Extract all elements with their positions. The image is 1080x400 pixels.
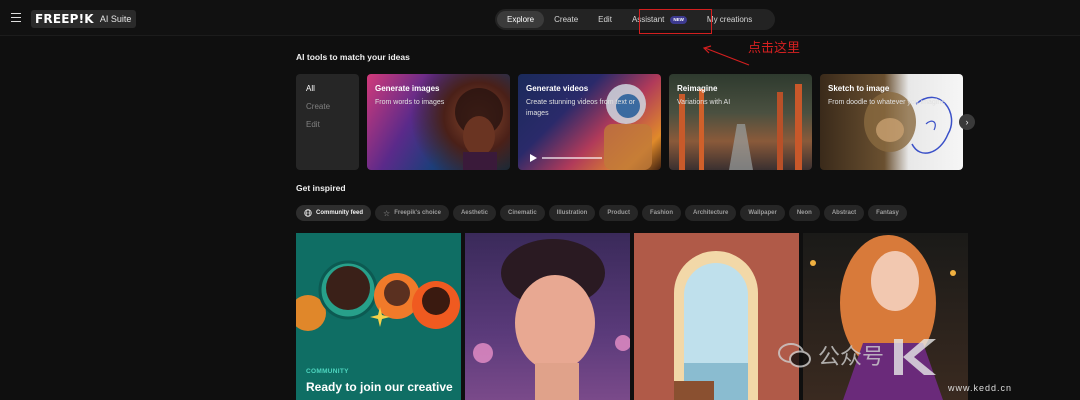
community-promo-tile[interactable]: COMMUNITY Ready to join our creative: [296, 233, 461, 400]
k-logo-icon: [894, 339, 937, 375]
wechat-icon: [778, 343, 811, 368]
annotation-highlight-box: [639, 9, 712, 34]
arch-window-illustration: [674, 251, 758, 400]
tool-card-generate-videos[interactable]: Generate videos Create stunning videos f…: [518, 74, 661, 170]
filter-wallpaper[interactable]: Wallpaper: [740, 205, 785, 221]
tool-subtitle: Create stunning videos from text or imag…: [526, 99, 635, 117]
community-headline: Ready to join our creative: [306, 380, 453, 394]
tool-category-edit[interactable]: Edit: [306, 119, 349, 137]
gallery-tile[interactable]: [634, 233, 799, 400]
logo-suite-label: AI Suite: [99, 14, 132, 24]
filter-abstract[interactable]: Abstract: [823, 205, 865, 221]
tool-card-reimagine[interactable]: Reimagine Variations with AI: [669, 74, 812, 170]
logo-wordmark: FREEP!K: [35, 12, 94, 26]
tool-title: Generate videos: [526, 84, 589, 93]
tool-title: Generate images: [375, 84, 440, 93]
filter-chip-row: Community feed ☆ Freepik's choice Aesthe…: [296, 205, 907, 221]
nav-explore[interactable]: Explore: [497, 11, 545, 28]
tools-heading: AI tools to match your ideas: [296, 52, 410, 62]
inspired-heading: Get inspired: [296, 183, 346, 193]
filter-freepiks-choice[interactable]: ☆ Freepik's choice: [375, 205, 449, 221]
tool-title: Reimagine: [677, 84, 718, 93]
tool-category-list: All Create Edit: [296, 74, 359, 170]
globe-icon: [304, 209, 312, 217]
tool-category-all[interactable]: All: [306, 83, 349, 101]
filter-aesthetic[interactable]: Aesthetic: [452, 205, 496, 221]
logo[interactable]: FREEP!K AI Suite: [31, 10, 137, 28]
watermark-text: 公众号: [818, 345, 885, 370]
filter-cinematic[interactable]: Cinematic: [499, 205, 545, 221]
nav-create[interactable]: Create: [544, 11, 588, 28]
watermark-url: www.kedd.cn: [948, 383, 1013, 393]
chevron-right-icon: ›: [965, 117, 969, 127]
community-label: COMMUNITY: [306, 368, 349, 375]
tool-subtitle: From words to images: [375, 99, 445, 106]
filter-fantasy[interactable]: Fantasy: [868, 205, 907, 221]
filter-product[interactable]: Product: [599, 205, 639, 221]
gallery-tile[interactable]: [465, 233, 630, 400]
filter-illustration[interactable]: Illustration: [548, 205, 596, 221]
tool-card-generate-images[interactable]: Generate images From words to images: [367, 74, 510, 170]
young-man-illustration: [473, 239, 630, 400]
filter-community-feed[interactable]: Community feed: [296, 205, 372, 221]
top-bar: FREEP!K AI Suite Explore Create Edit Ass…: [0, 0, 1080, 36]
filter-architecture[interactable]: Architecture: [685, 205, 737, 221]
main-nav: Explore Create Edit Assistant NEW My cre…: [495, 9, 775, 30]
watermark: 公众号: [778, 335, 938, 375]
annotation-text: 点击这里: [748, 41, 801, 56]
star-icon: ☆: [383, 208, 391, 218]
hamburger-menu-icon[interactable]: [11, 13, 21, 22]
annotation-arrow: [702, 45, 750, 66]
tool-subtitle: Variations with AI: [677, 99, 731, 106]
filter-fashion[interactable]: Fashion: [642, 205, 682, 221]
tool-card-sketch-to-image[interactable]: Sketch to image From doodle to whatever …: [820, 74, 963, 170]
nav-edit[interactable]: Edit: [588, 11, 622, 28]
tool-title: Sketch to image: [828, 84, 890, 93]
tool-category-create[interactable]: Create: [306, 101, 349, 119]
carousel-next-button[interactable]: ›: [959, 114, 975, 130]
tool-subtitle: From doodle to whatever you imagine: [828, 99, 946, 106]
filter-neon[interactable]: Neon: [788, 205, 820, 221]
